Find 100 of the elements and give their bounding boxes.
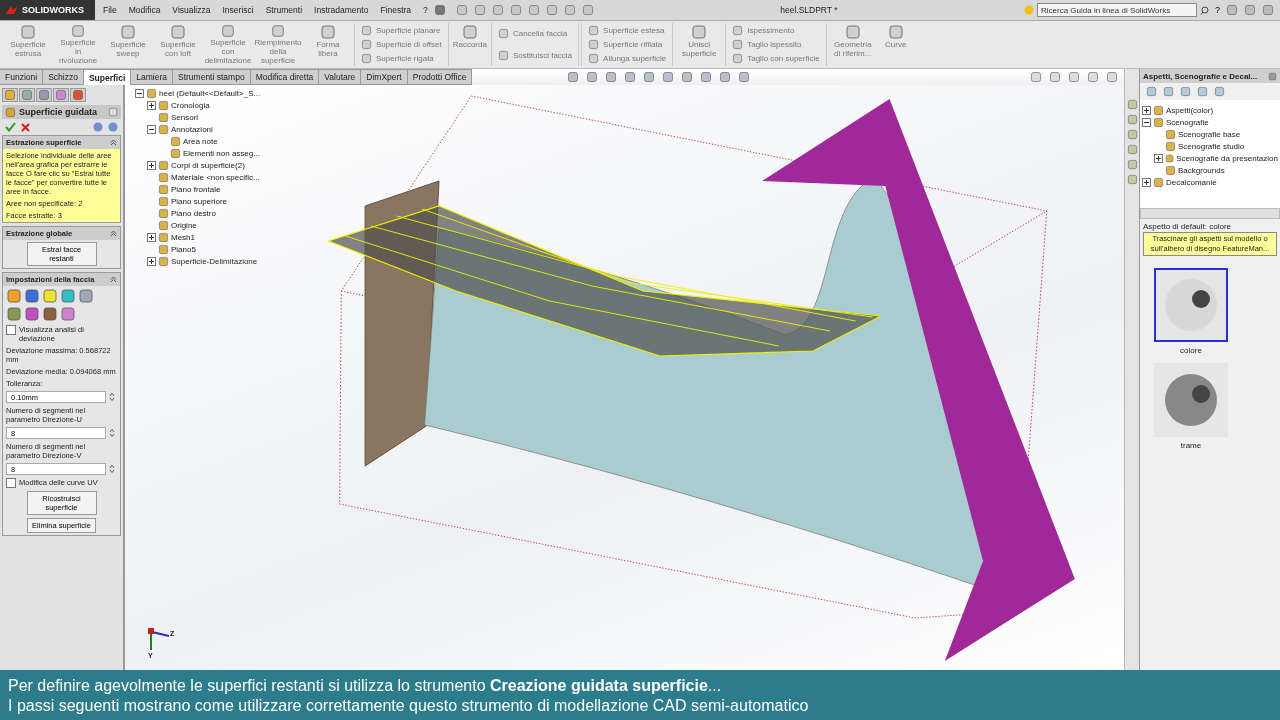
ribbon-button[interactable]: Superficie planare (361, 24, 442, 36)
tree-item[interactable]: Area note (183, 136, 218, 146)
tree-item[interactable]: Decalcomanie (1166, 177, 1217, 187)
ribbon-button[interactable]: Superficie sweep (104, 23, 152, 66)
expand-toggle[interactable] (147, 256, 156, 266)
command-tab[interactable]: Prodotti Office (407, 69, 473, 85)
ribbon-button[interactable]: Sostituisci faccia (497, 49, 573, 61)
expand-toggle[interactable] (147, 160, 156, 170)
command-tab[interactable]: Valutare (319, 69, 362, 85)
tree-item[interactable]: Scenografie da presentazion (1176, 153, 1278, 163)
surface-tool-icon (588, 39, 600, 50)
tree-item[interactable]: Cronologia (171, 100, 210, 110)
ribbon-button[interactable]: Taglio con superficie (732, 53, 820, 65)
ribbon-button[interactable]: Superficie di offset (361, 39, 442, 50)
search-field[interactable]: Ricerca Guida in linea di SolidWorks (1037, 3, 1197, 17)
expand-toggle[interactable] (1142, 105, 1151, 115)
expand-toggle[interactable] (147, 232, 156, 242)
checkbox[interactable] (6, 478, 16, 488)
tree-item[interactable]: Sensori (171, 112, 199, 122)
tree-item[interactable]: Origine (171, 220, 197, 230)
command-tab[interactable]: Superfici (83, 69, 132, 85)
tree-item[interactable]: Piano frontale (171, 184, 221, 194)
collapse-toggle[interactable] (1142, 117, 1151, 127)
command-tab[interactable]: DimXpert (361, 69, 408, 85)
spinner-icon[interactable] (109, 392, 115, 402)
horizontal-scrollbar[interactable] (1140, 208, 1280, 219)
command-tab[interactable]: Lamiera (131, 69, 173, 85)
menu-item[interactable]: Modifica (122, 5, 167, 15)
expand-toggle[interactable] (1142, 177, 1151, 187)
tree-item[interactable]: Scenografie studio (1178, 141, 1245, 151)
tree-item[interactable]: Backgrounds (1178, 165, 1225, 175)
ribbon-button[interactable]: Superficie con loft (154, 23, 202, 66)
checkbox[interactable] (6, 325, 16, 335)
ribbon-button[interactable]: Ispessimento (732, 24, 820, 36)
spinner-icon[interactable] (109, 428, 115, 438)
ribbon-button[interactable]: Superficie rifilata (588, 39, 667, 50)
face-type-icon[interactable] (6, 288, 22, 304)
tree-item[interactable]: Piano superiore (171, 196, 228, 206)
tree-item[interactable]: heel (Default<<Default>_S... (159, 88, 261, 98)
command-tab[interactable]: Funzioni (0, 69, 44, 85)
ribbon-button[interactable]: Curve (878, 23, 913, 66)
face-type-icon[interactable] (6, 306, 22, 322)
ribbon-button[interactable]: Taglio ispessito (732, 39, 820, 50)
surface-tool-icon (461, 24, 478, 40)
tree-item[interactable]: Scenografie (1166, 117, 1209, 127)
ribbon-button[interactable]: Geometria di riferim... (828, 23, 877, 66)
face-type-icon[interactable] (60, 288, 76, 304)
cancel-x-icon[interactable] (21, 122, 30, 132)
ribbon-button[interactable]: Allunga superficie (588, 53, 667, 65)
tree-node-icon (158, 231, 169, 243)
ribbon-button[interactable]: Superficie con delimitazione (204, 23, 252, 66)
search-icon[interactable] (1200, 5, 1209, 15)
tree-item[interactable]: Corpi di superficie(2) (171, 160, 245, 170)
ribbon-button[interactable]: Raccorda (450, 23, 489, 66)
command-tab[interactable]: Strumenti stampo (173, 69, 251, 85)
menu-item[interactable]: Finestra (374, 5, 418, 15)
face-type-icon[interactable] (60, 306, 76, 322)
menu-item[interactable]: ? (417, 5, 434, 15)
collapse-chevron-icon[interactable] (110, 276, 117, 283)
menu-item[interactable]: Inserisci (216, 5, 260, 15)
tree-item[interactable]: Mesh1 (171, 232, 195, 242)
ok-check-icon[interactable] (5, 122, 16, 132)
ribbon-button[interactable]: Superficie in rivoluzione (54, 23, 102, 66)
ribbon-button[interactable]: Unisci superficie (675, 23, 724, 66)
help-button[interactable]: ? (1215, 5, 1220, 15)
tree-item[interactable]: Annotazioni (171, 124, 213, 134)
face-type-icon[interactable] (24, 306, 40, 322)
surface-tool-icon (170, 24, 186, 40)
tree-node-icon (1165, 164, 1176, 176)
menu-item[interactable]: Visualizza (166, 5, 217, 15)
ribbon-button[interactable]: Superficie estrusa (4, 23, 52, 66)
face-type-icon[interactable] (42, 288, 58, 304)
menu-item[interactable]: Instradamento (308, 5, 375, 15)
face-type-icon[interactable] (78, 288, 94, 304)
tree-item[interactable]: Superficie-Delimitazione (171, 256, 258, 266)
expand-toggle[interactable] (147, 100, 156, 110)
spinner-icon[interactable] (109, 464, 115, 474)
ribbon-button[interactable]: Forma libera (304, 23, 352, 66)
ribbon-button[interactable]: Riempimento della superficie (254, 23, 302, 66)
tree-item[interactable]: Materiale <non specific... (171, 172, 260, 182)
surface-tool-icon (497, 49, 509, 61)
expand-toggle[interactable] (1154, 153, 1163, 163)
collapse-toggle[interactable] (135, 88, 144, 98)
tree-item[interactable]: Aspetti(color) (1166, 105, 1214, 115)
collapse-chevron-icon[interactable] (110, 230, 117, 237)
ribbon-button[interactable]: Superficie rigata (361, 53, 442, 65)
menu-item[interactable]: File (97, 5, 123, 15)
tree-item[interactable]: Piano5 (171, 244, 196, 254)
face-type-icon[interactable] (42, 306, 58, 322)
tree-item[interactable]: Piano destro (171, 208, 216, 218)
collapse-toggle[interactable] (147, 124, 156, 134)
command-tab[interactable]: Schizzo (43, 69, 84, 85)
face-type-icon[interactable] (24, 288, 40, 304)
tree-item[interactable]: Elementi non asseg... (183, 148, 260, 158)
ribbon-button[interactable]: Superficie estesa (588, 24, 667, 36)
collapse-chevron-icon[interactable] (110, 139, 117, 146)
menu-item[interactable]: Strumenti (259, 5, 309, 15)
tree-item[interactable]: Scenografie base (1178, 129, 1241, 139)
command-tab[interactable]: Modifica diretta (250, 69, 320, 85)
ribbon-button[interactable]: Cancella faccia (497, 28, 573, 40)
